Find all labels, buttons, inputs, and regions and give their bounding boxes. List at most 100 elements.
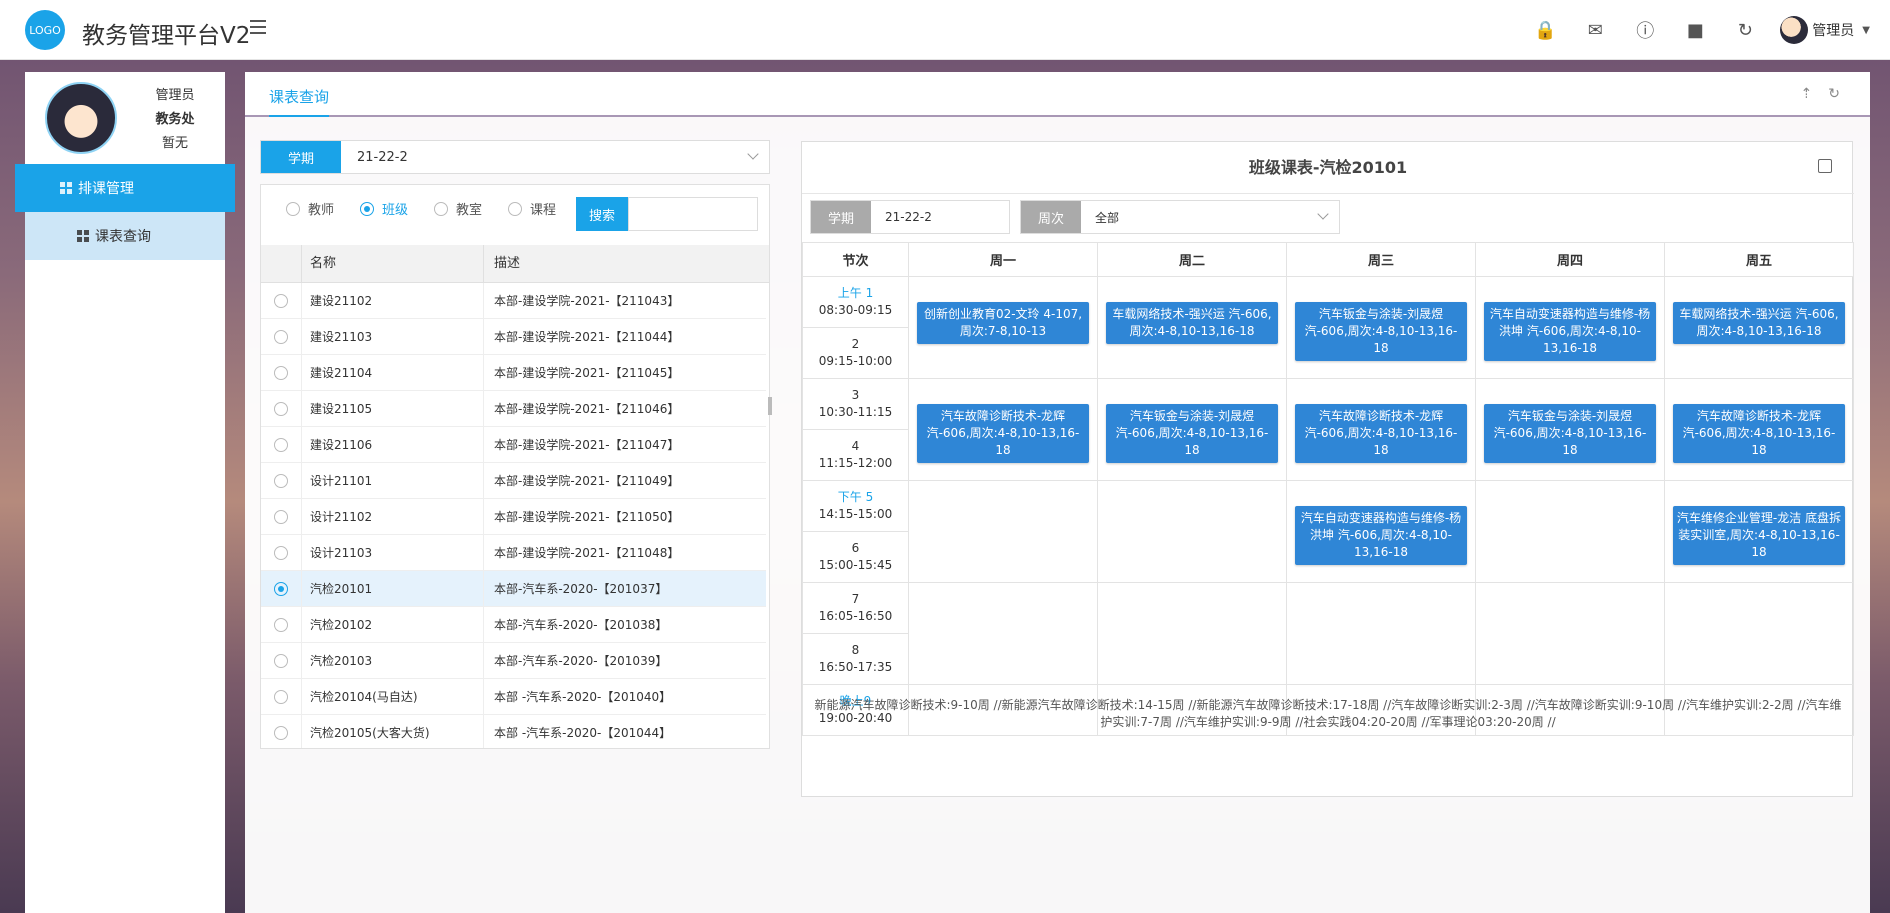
day-header: 周四 <box>1475 242 1665 277</box>
row-radio[interactable] <box>274 725 288 740</box>
schedule-cell: 汽车钣金与涂装-刘晟煜 汽-606,周次:4-8,10-13,16-18 <box>1097 378 1287 481</box>
period-label: 7 <box>851 592 860 606</box>
period-cell: 4 11:15-12:00 <box>802 429 909 481</box>
schedule-note: 新能源汽车故障诊断技术:9-10周 //新能源汽车故障诊断技术:14-15周 /… <box>814 698 1842 729</box>
course-block[interactable]: 汽车钣金与涂装-刘晟煜 汽-606,周次:4-8,10-13,16-18 <box>1484 404 1656 463</box>
schedule-term-select[interactable]: 学期 21-22-2 <box>810 200 1010 234</box>
class-list: 建设21102 本部-建设学院-2021-【211043】 建设21103 本部-建设… <box>261 283 766 748</box>
radio-teacher[interactable]: 教师 <box>286 199 334 218</box>
course-block[interactable]: 汽车自动变速器构造与维修-杨洪坤 汽-606,周次:4-8,10-13,16-1… <box>1484 302 1656 361</box>
row-desc: 本部-建设学院-2021-【211044】 <box>483 318 766 355</box>
week-select[interactable]: 周次 全部 <box>1020 200 1340 234</box>
period-cell: 8 16:50-17:35 <box>802 633 909 685</box>
mail-icon[interactable]: ✉ <box>1570 0 1620 60</box>
schedule-cell: 汽车自动变速器构造与维修-杨洪坤 汽-606,周次:4-8,10-13,16-1… <box>1286 480 1476 583</box>
row-radio[interactable] <box>274 365 288 380</box>
table-row[interactable]: 汽检20105(大客大货) 本部 -汽车系-2020-【201044】 <box>261 714 766 748</box>
course-block[interactable]: 创新创业教育02-文玲 4-107,周次:7-8,10-13 <box>917 302 1089 344</box>
table-row[interactable]: 建设21105 本部-建设学院-2021-【211046】 <box>261 390 766 427</box>
lock-icon[interactable]: 🔒 <box>1520 0 1570 60</box>
row-name: 汽检20105(大客大货) <box>301 714 483 748</box>
radio-classroom[interactable]: 教室 <box>434 199 482 218</box>
chevron-down-icon: ▼ <box>1862 24 1870 36</box>
row-radio[interactable] <box>274 401 288 416</box>
row-desc: 本部-建设学院-2021-【211050】 <box>483 498 766 535</box>
course-block[interactable]: 车载网络技术-强兴运 汽-606,周次:4-8,10-13,16-18 <box>1106 302 1278 344</box>
user-menu[interactable]: 管理员 ▼ <box>1780 16 1870 44</box>
row-radio[interactable] <box>274 437 288 452</box>
table-row[interactable]: 汽检20104(马自达) 本部 -汽车系-2020-【201040】 <box>261 678 766 715</box>
schedule-term-value: 21-22-2 <box>885 210 932 224</box>
search-button[interactable]: 搜索 <box>576 197 628 231</box>
menu-toggle-icon[interactable] <box>250 20 268 38</box>
row-radio[interactable] <box>274 509 288 524</box>
course-block[interactable]: 车载网络技术-强兴运 汽-606,周次:4-8,10-13,16-18 <box>1673 302 1845 344</box>
schedule-cell: 汽车钣金与涂装-刘晟煜 汽-606,周次:4-8,10-13,16-18 <box>1475 378 1665 481</box>
table-row[interactable]: 建设21104 本部-建设学院-2021-【211045】 <box>261 354 766 391</box>
table-row[interactable]: 汽检20101 本部-汽车系-2020-【201037】 <box>261 570 766 607</box>
schedule-cell: 汽车故障诊断技术-龙辉 汽-606,周次:4-8,10-13,16-18 <box>1664 378 1854 481</box>
row-radio[interactable] <box>274 329 288 344</box>
help-icon[interactable]: ⓘ <box>1620 0 1670 60</box>
radio-class[interactable]: 班级 <box>360 199 408 218</box>
top-bar: LOGO 教务管理平台V2 🔒 ✉ ⓘ ■ ↻ 管理员 ▼ <box>0 0 1890 60</box>
row-radio[interactable] <box>274 617 288 632</box>
sidebar: 管理员 教务处 暂无 排课管理 课表查询 <box>15 72 235 913</box>
period-time: 11:15-12:00 <box>818 456 893 470</box>
schedule-table: 节次 周一 周二 周三 周四 周五 上午 1 08:30-09:15 创新创业教育02-文玲 … <box>802 242 1854 736</box>
course-block[interactable]: 汽车故障诊断技术-龙辉 汽-606,周次:4-8,10-13,16-18 <box>1673 404 1845 463</box>
row-radio[interactable] <box>274 293 288 308</box>
course-block[interactable]: 汽车自动变速器构造与维修-杨洪坤 汽-606,周次:4-8,10-13,16-1… <box>1295 506 1467 565</box>
row-radio[interactable] <box>274 473 288 488</box>
schedule-cell: 汽车维修企业管理-龙洁 底盘拆装实训室,周次:4-8,10-13,16-18 <box>1664 480 1854 583</box>
profile-avatar <box>45 82 117 154</box>
course-block[interactable]: 汽车维修企业管理-龙洁 底盘拆装实训室,周次:4-8,10-13,16-18 <box>1673 506 1845 565</box>
row-radio[interactable] <box>274 653 288 668</box>
row-radio[interactable] <box>274 581 288 596</box>
course-block[interactable]: 汽车钣金与涂装-刘晟煜 汽-606,周次:4-8,10-13,16-18 <box>1106 404 1278 463</box>
refresh-icon[interactable]: ↻ <box>1720 0 1770 60</box>
day-header: 周二 <box>1097 242 1287 277</box>
schedule-cell <box>1286 582 1476 685</box>
reload-icon[interactable]: ↻ <box>1828 86 1840 102</box>
theme-icon[interactable]: ■ <box>1670 0 1720 60</box>
row-radio[interactable] <box>274 545 288 560</box>
print-icon[interactable] <box>1818 159 1832 173</box>
column-header-desc: 描述 <box>483 245 769 282</box>
app-title: 教务管理平台V2 <box>82 23 251 49</box>
period-cell: 6 15:00-15:45 <box>802 531 909 583</box>
period-time: 15:00-15:45 <box>818 558 893 572</box>
table-row[interactable]: 设计21102 本部-建设学院-2021-【211050】 <box>261 498 766 535</box>
row-name: 建设21102 <box>301 283 483 319</box>
scrollbar[interactable] <box>768 397 772 415</box>
term-select[interactable]: 学期 21-22-2 <box>260 140 770 174</box>
period-cell: 下午 5 14:15-15:00 <box>802 480 909 532</box>
export-icon[interactable]: ⇡ <box>1801 86 1813 102</box>
row-radio[interactable] <box>274 689 288 704</box>
course-block[interactable]: 汽车钣金与涂装-刘晟煜 汽-606,周次:4-8,10-13,16-18 <box>1295 302 1467 361</box>
course-block[interactable]: 汽车故障诊断技术-龙辉 汽-606,周次:4-8,10-13,16-18 <box>1295 404 1467 463</box>
class-selector-panel: 学期 21-22-2 教师 班级 教室 课程 搜索 名称 描述 建设21102 本… <box>260 140 772 750</box>
course-block[interactable]: 汽车故障诊断技术-龙辉 汽-606,周次:4-8,10-13,16-18 <box>917 404 1089 463</box>
schedule-cell: 汽车故障诊断技术-龙辉 汽-606,周次:4-8,10-13,16-18 <box>1286 378 1476 481</box>
radio-course[interactable]: 课程 <box>508 199 556 218</box>
table-row[interactable]: 汽检20103 本部-汽车系-2020-【201039】 <box>261 642 766 679</box>
period-time: 08:30-09:15 <box>818 303 893 317</box>
row-name: 设计21103 <box>301 534 483 571</box>
search-input[interactable] <box>628 197 758 231</box>
table-row[interactable]: 建设21103 本部-建设学院-2021-【211044】 <box>261 318 766 355</box>
table-row[interactable]: 设计21103 本部-建设学院-2021-【211048】 <box>261 534 766 571</box>
table-row[interactable]: 设计21101 本部-建设学院-2021-【211049】 <box>261 462 766 499</box>
table-row[interactable]: 建设21102 本部-建设学院-2021-【211043】 <box>261 283 766 319</box>
sidebar-item-scheduling[interactable]: 排课管理 <box>15 164 235 212</box>
sidebar-item-schedule-query[interactable]: 课表查询 <box>25 212 225 260</box>
period-time: 14:15-15:00 <box>818 507 893 521</box>
main-content: 课表查询 ⇡ ↻ 学期 21-22-2 教师 班级 教室 课程 搜索 名称 描述… <box>245 72 1870 913</box>
table-row[interactable]: 汽检20102 本部-汽车系-2020-【201038】 <box>261 606 766 643</box>
tab-schedule-query[interactable]: 课表查询 <box>269 86 330 117</box>
schedule-title: 班级课表-汽检20101 <box>802 142 1854 194</box>
table-row[interactable]: 建设21106 本部-建设学院-2021-【211047】 <box>261 426 766 463</box>
period-label: 2 <box>851 337 860 351</box>
row-desc: 本部 -汽车系-2020-【201040】 <box>483 678 766 715</box>
chevron-down-icon <box>1317 208 1329 220</box>
